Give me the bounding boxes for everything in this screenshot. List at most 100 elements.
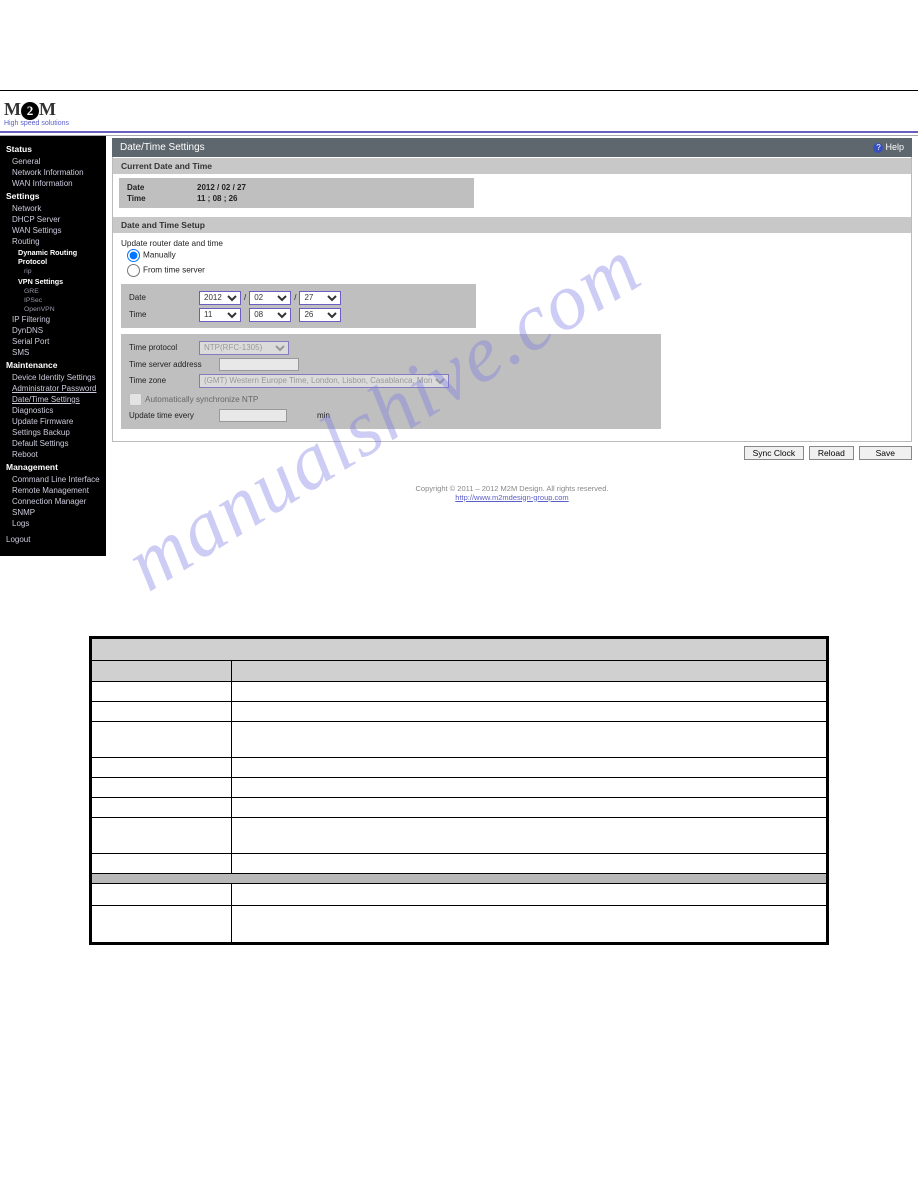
section-current-header: Current Date and Time [113, 157, 911, 174]
button-bar: Sync Clock Reload Save [112, 442, 912, 462]
current-time-label: Time [127, 194, 197, 203]
update-router-label: Update router date and time [121, 239, 903, 248]
datetime-form-block: Date 2012 / 02 / 27 Time 11 08 [121, 284, 476, 328]
radio-timeserver-label: From time server [143, 266, 205, 275]
sync-clock-button[interactable]: Sync Clock [744, 446, 805, 460]
sidebar-item-datetime[interactable]: Date/Time Settings [0, 394, 106, 405]
sidebar-item-remote-mgmt[interactable]: Remote Management [0, 485, 106, 496]
sidebar-item-logs[interactable]: Logs [0, 518, 106, 529]
sidebar-item-reboot[interactable]: Reboot [0, 449, 106, 460]
sidebar-item-wan-info[interactable]: WAN Information [0, 178, 106, 189]
sidebar-section-settings: Settings [0, 189, 106, 203]
table-row [92, 798, 826, 818]
help-icon: ? [873, 143, 883, 153]
table-row [92, 906, 826, 942]
timeserver-form-block: Time protocol NTP(RFC-1305) Time server … [121, 334, 661, 429]
sidebar-item-admin-password[interactable]: Administrator Password [0, 383, 106, 394]
select-month[interactable]: 02 [249, 291, 291, 305]
table-row [92, 758, 826, 778]
reload-button[interactable]: Reload [809, 446, 854, 460]
sidebar-item-gre[interactable]: GRE [0, 287, 106, 296]
section-setup-header: Date and Time Setup [113, 216, 911, 233]
current-time-value: 11 ; 08 ; 26 [197, 194, 237, 203]
protocol-label: Time protocol [129, 343, 199, 352]
sidebar-item-diagnostics[interactable]: Diagnostics [0, 405, 106, 416]
sidebar-item-device-identity[interactable]: Device Identity Settings [0, 372, 106, 383]
autosync-label: Automatically synchronize NTP [145, 395, 258, 404]
server-address-label: Time server address [129, 360, 219, 369]
table-row [92, 818, 826, 854]
table-row [92, 702, 826, 722]
sidebar-section-management: Management [0, 460, 106, 474]
sidebar-item-dyndns[interactable]: DynDNS [0, 325, 106, 336]
select-sec[interactable]: 26 [299, 308, 341, 322]
table-header-col1 [92, 661, 232, 681]
select-protocol[interactable]: NTP(RFC-1305) [199, 341, 289, 355]
select-year[interactable]: 2012 [199, 291, 241, 305]
table-separator [92, 874, 826, 884]
lower-table [89, 636, 829, 945]
sidebar-item-routing[interactable]: Routing [0, 236, 106, 247]
table-title-row [92, 639, 826, 661]
select-min[interactable]: 08 [249, 308, 291, 322]
footer-link[interactable]: http://www.m2mdesign-group.com [455, 493, 568, 502]
sidebar-item-openvpn[interactable]: OpenVPN [0, 305, 106, 314]
sidebar-item-ipsec[interactable]: IPSec [0, 296, 106, 305]
timezone-label: Time zone [129, 376, 199, 385]
current-date-label: Date [127, 183, 197, 192]
sidebar-item-sms[interactable]: SMS [0, 347, 106, 358]
sidebar-item-dynamic-routing[interactable]: Dynamic Routing Protocol [0, 247, 106, 267]
sidebar-item-vpn[interactable]: VPN Settings [0, 276, 106, 287]
logo-text-right: M [39, 99, 56, 119]
panel-title: Date/Time Settings [120, 142, 205, 153]
date-separator: / [294, 293, 296, 302]
table-header-row [92, 661, 826, 682]
sidebar-item-ipfilter[interactable]: IP Filtering [0, 314, 106, 325]
date-field-label: Date [129, 293, 199, 302]
sidebar-item-cli[interactable]: Command Line Interface [0, 474, 106, 485]
sidebar-item-general[interactable]: General [0, 156, 106, 167]
update-every-label: Update time every [129, 411, 219, 420]
save-button[interactable]: Save [859, 446, 912, 460]
select-day[interactable]: 27 [299, 291, 341, 305]
radio-timeserver[interactable] [127, 264, 140, 277]
sidebar-item-update-firmware[interactable]: Update Firmware [0, 416, 106, 427]
current-datetime-block: Date 2012 / 02 / 27 Time 11 ; 08 ; 26 [119, 178, 474, 208]
sidebar-item-snmp[interactable]: SNMP [0, 507, 106, 518]
sidebar-item-wan-settings[interactable]: WAN Settings [0, 225, 106, 236]
table-row [92, 722, 826, 758]
logo-subtitle: High speed solutions [4, 120, 918, 127]
sidebar-section-status: Status [0, 142, 106, 156]
select-timezone[interactable]: (GMT) Western Europe Time, London, Lisbo… [199, 374, 449, 388]
sidebar-item-serial[interactable]: Serial Port [0, 336, 106, 347]
sidebar-item-dhcp[interactable]: DHCP Server [0, 214, 106, 225]
input-update-interval[interactable] [219, 409, 287, 422]
footer-copyright: Copyright © 2011 – 2012 M2M Design. All … [112, 484, 912, 493]
logo-circled-icon: 2 [21, 102, 39, 120]
input-server-address[interactable] [219, 358, 299, 371]
table-row [92, 778, 826, 798]
date-separator: / [244, 293, 246, 302]
table-row [92, 682, 826, 702]
select-hour[interactable]: 11 [199, 308, 241, 322]
footer: Copyright © 2011 – 2012 M2M Design. All … [112, 462, 912, 510]
sidebar-item-conn-mgr[interactable]: Connection Manager [0, 496, 106, 507]
panel-header: Date/Time Settings ?Help [112, 138, 912, 157]
sidebar-section-maintenance: Maintenance [0, 358, 106, 372]
help-link[interactable]: ?Help [873, 142, 904, 153]
table-row [92, 884, 826, 906]
sidebar-item-settings-backup[interactable]: Settings Backup [0, 427, 106, 438]
radio-manual[interactable] [127, 249, 140, 262]
logo: M2M High speed solutions [4, 99, 918, 127]
table-row [92, 854, 826, 874]
current-date-value: 2012 / 02 / 27 [197, 183, 246, 192]
sidebar-item-default-settings[interactable]: Default Settings [0, 438, 106, 449]
checkbox-autosync[interactable] [129, 393, 142, 406]
time-field-label: Time [129, 310, 199, 319]
help-label: Help [885, 142, 904, 152]
sidebar-item-rip[interactable]: rip [0, 267, 106, 276]
sidebar-item-network[interactable]: Network [0, 203, 106, 214]
table-header-col2 [232, 661, 826, 681]
sidebar-logout[interactable]: Logout [0, 529, 106, 544]
sidebar-item-network-info[interactable]: Network Information [0, 167, 106, 178]
